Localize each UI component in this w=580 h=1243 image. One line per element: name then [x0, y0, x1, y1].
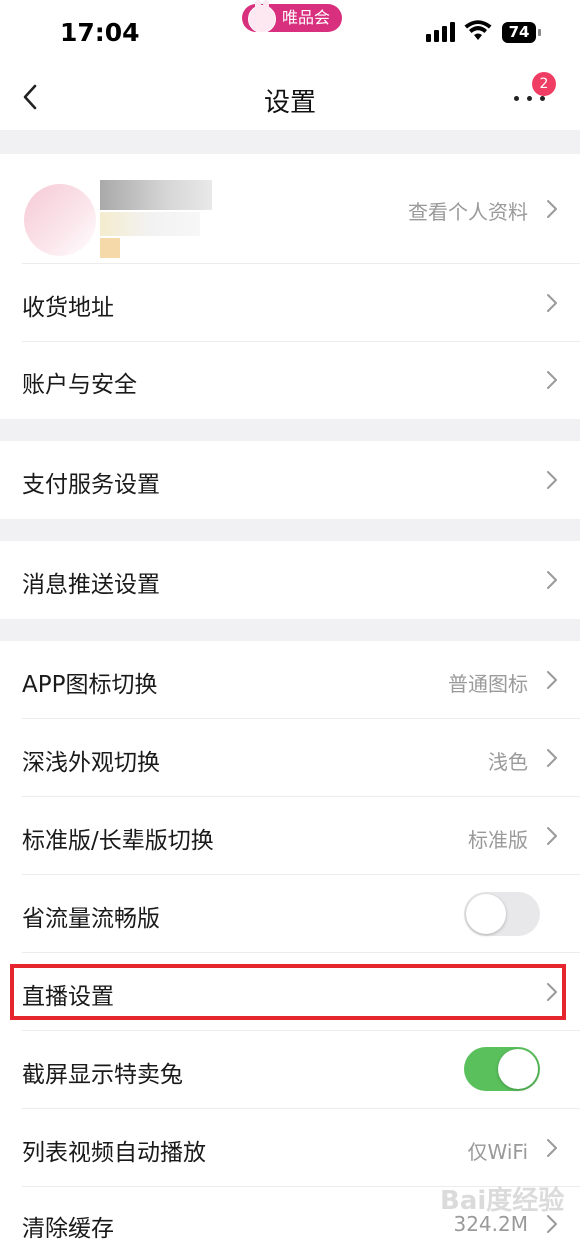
data-saver-row: 省流量流畅版	[0, 875, 580, 953]
user-info-blurred	[100, 212, 200, 236]
screenshot-rabbit-row: 截屏显示特卖兔	[0, 1031, 580, 1109]
version-switch-label: 标准版/长辈版切换	[22, 828, 214, 854]
payment-settings-label: 支付服务设置	[22, 472, 160, 498]
signal-icon	[426, 22, 456, 42]
shipping-address-row[interactable]: 收货地址	[0, 264, 580, 342]
payment-settings-row[interactable]: 支付服务设置	[0, 441, 580, 519]
section-gap	[0, 419, 580, 441]
version-switch-value: 标准版	[468, 828, 528, 852]
member-tag-blurred	[100, 238, 120, 258]
version-switch-row[interactable]: 标准版/长辈版切换 标准版	[0, 797, 580, 875]
chevron-right-icon	[547, 471, 557, 489]
appearance-switch-row[interactable]: 深浅外观切换 浅色	[0, 719, 580, 797]
avatar[interactable]	[24, 184, 96, 256]
section-gap	[0, 130, 580, 154]
push-notification-label: 消息推送设置	[22, 572, 160, 598]
data-saver-label: 省流量流畅版	[22, 906, 160, 932]
highlight-box	[10, 964, 566, 1020]
chevron-right-icon	[547, 371, 557, 389]
profile-row[interactable]: 查看个人资料	[0, 154, 580, 264]
video-autoplay-row[interactable]: 列表视频自动播放 仅WiFi	[0, 1109, 580, 1187]
app-icon-switch-row[interactable]: APP图标切换 普通图标	[0, 641, 580, 719]
clear-cache-label: 清除缓存	[22, 1216, 114, 1242]
status-bar: 17:04 唯品会 74	[0, 0, 580, 66]
data-saver-toggle[interactable]	[464, 892, 540, 936]
app-icon-switch-label: APP图标切换	[22, 672, 158, 698]
screenshot-rabbit-label: 截屏显示特卖兔	[22, 1062, 183, 1088]
view-profile-label: 查看个人资料	[408, 200, 528, 224]
chevron-right-icon	[547, 571, 557, 589]
section-gap	[0, 619, 580, 641]
toggle-knob	[466, 894, 506, 934]
video-autoplay-value: 仅WiFi	[467, 1140, 529, 1164]
account-security-label: 账户与安全	[22, 372, 137, 398]
battery-level: 74	[508, 23, 530, 41]
shipping-address-label: 收货地址	[22, 295, 114, 321]
appearance-switch-label: 深浅外观切换	[22, 750, 160, 776]
app-indicator-pill[interactable]: 唯品会	[242, 0, 343, 33]
account-security-row[interactable]: 账户与安全	[0, 342, 580, 419]
chevron-right-icon	[547, 827, 557, 845]
status-time: 17:04	[60, 18, 140, 47]
chevron-right-icon	[547, 294, 557, 312]
chevron-right-icon	[547, 671, 557, 689]
watermark: Bai度经验	[440, 1186, 565, 1216]
chevron-right-icon	[547, 749, 557, 767]
rabbit-logo-icon	[248, 0, 276, 33]
appearance-switch-value: 浅色	[488, 750, 528, 774]
toggle-knob	[498, 1049, 538, 1089]
battery-icon: 74	[502, 22, 541, 43]
push-notification-row[interactable]: 消息推送设置	[0, 541, 580, 619]
app-name: 唯品会	[282, 8, 331, 27]
user-name-blurred	[100, 180, 212, 210]
wifi-icon	[464, 20, 492, 40]
section-gap	[0, 519, 580, 541]
nav-bar: 设置	[0, 66, 580, 130]
screenshot-rabbit-toggle[interactable]	[464, 1047, 540, 1091]
chevron-right-icon	[547, 1139, 557, 1157]
app-icon-switch-value: 普通图标	[448, 672, 528, 696]
video-autoplay-label: 列表视频自动播放	[22, 1140, 206, 1166]
page-title: 设置	[263, 88, 316, 118]
chevron-right-icon	[547, 200, 557, 218]
notification-badge: 2	[532, 72, 556, 96]
